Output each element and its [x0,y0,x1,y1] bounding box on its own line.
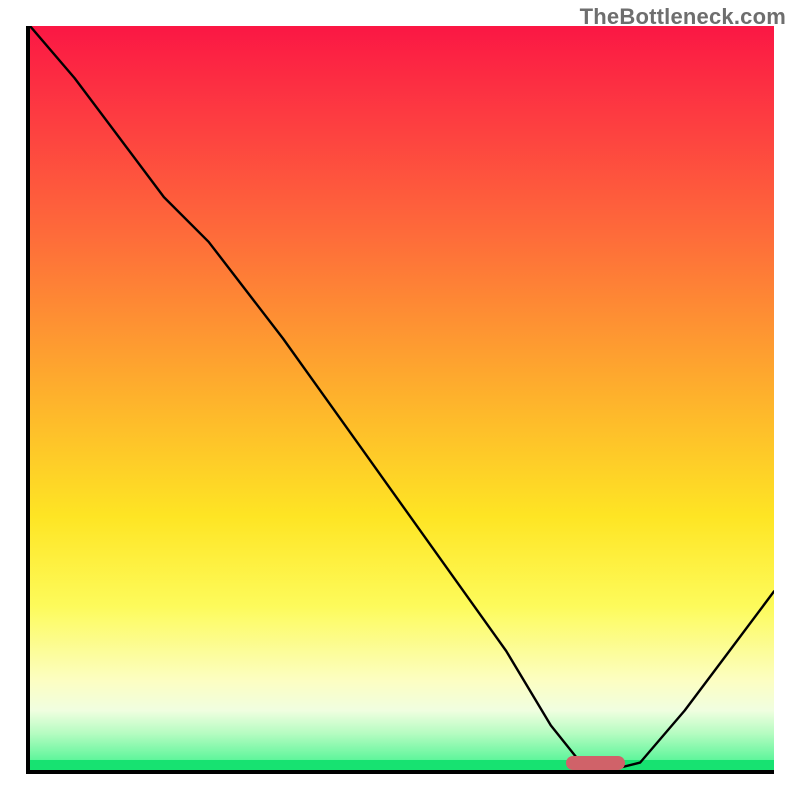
optimal-point-marker [566,756,626,770]
bottleneck-curve [30,26,774,770]
